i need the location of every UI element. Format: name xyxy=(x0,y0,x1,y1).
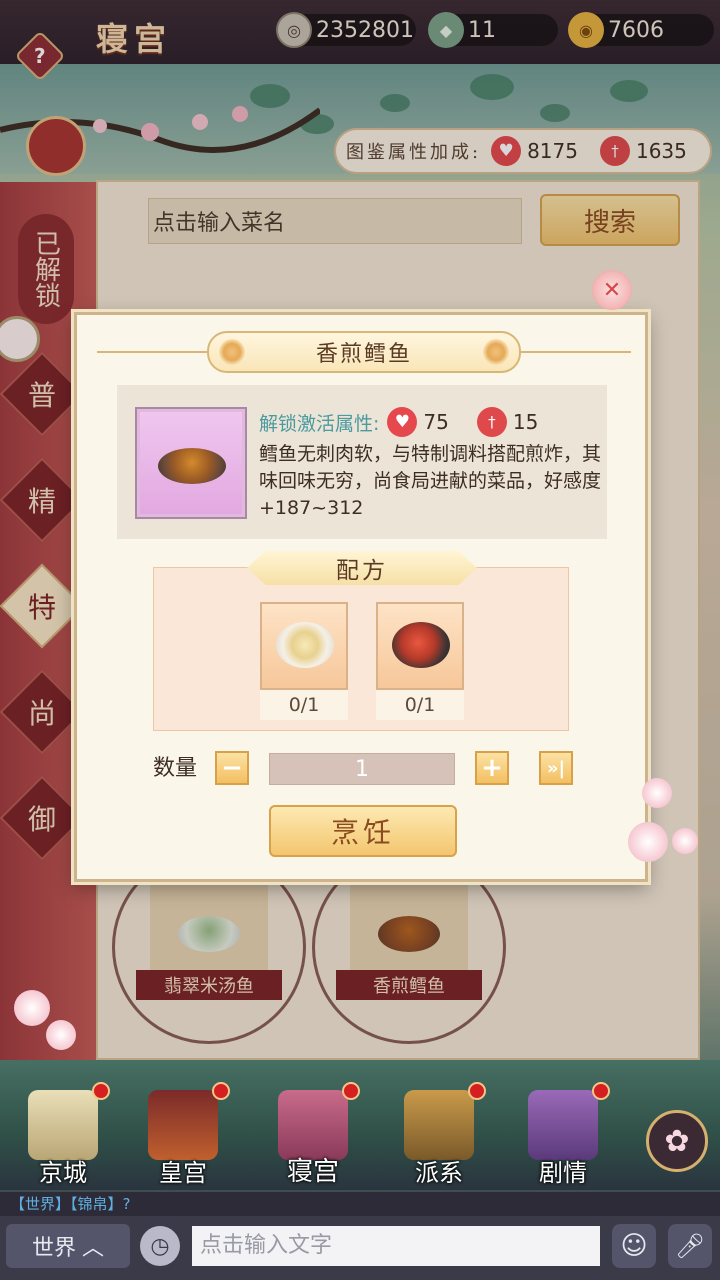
nav-label: 京城 xyxy=(39,1159,87,1187)
dish-portrait xyxy=(135,407,247,519)
channel-label: 世界 xyxy=(31,1236,76,1261)
notification-badge xyxy=(342,1082,360,1100)
nav-bedchamber[interactable]: 寝宫 xyxy=(258,1082,368,1190)
blossom-decor xyxy=(46,1020,76,1050)
sword-icon: † xyxy=(476,407,507,437)
notification-badge xyxy=(592,1082,610,1100)
nav-faction[interactable]: 派系 xyxy=(384,1082,494,1190)
recipe-box: 0/1 0/1 xyxy=(153,567,569,731)
modal-title: 香煎鳕鱼 xyxy=(207,331,521,373)
blossom-decor xyxy=(642,778,672,808)
nav-label: 派系 xyxy=(415,1159,463,1187)
notification-badge xyxy=(92,1082,110,1100)
palace-icon xyxy=(148,1090,218,1160)
blossom-decor xyxy=(672,828,698,854)
notification-badge xyxy=(212,1082,230,1100)
map-icon xyxy=(28,1090,98,1160)
nav-palace[interactable]: 皇宫 xyxy=(128,1082,238,1190)
recipe-title: 配方 xyxy=(247,551,477,585)
emoji-icon[interactable]: ☺ xyxy=(612,1224,656,1268)
increase-button[interactable]: + xyxy=(475,751,509,785)
fried-cod-icon xyxy=(158,448,226,484)
chat-last-message[interactable]: 【世界】【锦帛】? xyxy=(0,1192,720,1216)
quantity-label: 数量 xyxy=(153,756,198,781)
notification-badge xyxy=(468,1082,486,1100)
heart-icon: ♥ xyxy=(387,407,418,437)
nav-story[interactable]: 剧情 xyxy=(508,1082,618,1190)
quantity-input[interactable]: 1 xyxy=(269,753,455,785)
phoenix-icon xyxy=(404,1090,474,1160)
nav-label: 寝宫 xyxy=(286,1157,339,1187)
close-button[interactable]: ✕ xyxy=(588,268,636,312)
chat-channel-button[interactable]: 世界 ︿ xyxy=(6,1224,130,1268)
max-quantity-button[interactable]: »| xyxy=(539,751,573,785)
microphone-icon[interactable]: 🎤︎ xyxy=(668,1224,712,1268)
dish-info-box: 解锁激活属性: ♥ 75 † 15 鳕鱼无刺肉软，与特制调料搭配煎炸，其味回味无… xyxy=(117,385,607,539)
nav-label: 皇宫 xyxy=(159,1159,207,1187)
quantity-row: 数量 − 1 + »| xyxy=(153,751,583,787)
unlock-attributes: 解锁激活属性: ♥ 75 † 15 xyxy=(259,407,566,437)
flower-icon xyxy=(483,339,509,365)
dish-description: 鳕鱼无刺肉软，与特制调料搭配煎炸，其味回味无穷，尚食局进献的菜品，好感度+187… xyxy=(259,443,602,519)
unlock-heart-value: 75 xyxy=(423,410,449,434)
blossom-decor xyxy=(14,990,50,1026)
chevron-up-icon: ︿ xyxy=(82,1236,105,1261)
nav-label: 剧情 xyxy=(539,1159,587,1187)
ingredient-slot[interactable]: 0/1 xyxy=(260,602,348,720)
modal-title-text: 香煎鳕鱼 xyxy=(315,342,412,367)
book-icon xyxy=(528,1090,598,1160)
flower-icon xyxy=(219,339,245,365)
sakura-icon[interactable]: ✿ xyxy=(646,1110,708,1172)
unlock-label: 解锁激活属性: xyxy=(259,412,380,435)
blossom-decor xyxy=(628,822,668,862)
ingredient-count: 0/1 xyxy=(376,690,464,720)
decrease-button[interactable]: − xyxy=(215,751,249,785)
nav-capital[interactable]: 京城 xyxy=(8,1082,118,1190)
unlock-sword-value: 15 xyxy=(512,410,539,434)
close-icon: ✕ xyxy=(592,270,632,310)
dish-detail-modal: 香煎鳕鱼 解锁激活属性: ♥ 75 † 15 鳕鱼无刺肉软，与特制调料搭配煎炸，… xyxy=(74,312,648,882)
history-icon[interactable]: ◷ xyxy=(140,1226,180,1266)
chat-input[interactable]: 点击输入文字 xyxy=(192,1226,600,1266)
ingredient-count: 0/1 xyxy=(260,690,348,720)
sauce-bowl-icon xyxy=(276,622,334,668)
canopy-bed-icon xyxy=(278,1090,348,1160)
raw-fish-icon xyxy=(392,622,450,668)
ingredient-slot[interactable]: 0/1 xyxy=(376,602,464,720)
cook-button[interactable]: 烹饪 xyxy=(269,805,457,857)
